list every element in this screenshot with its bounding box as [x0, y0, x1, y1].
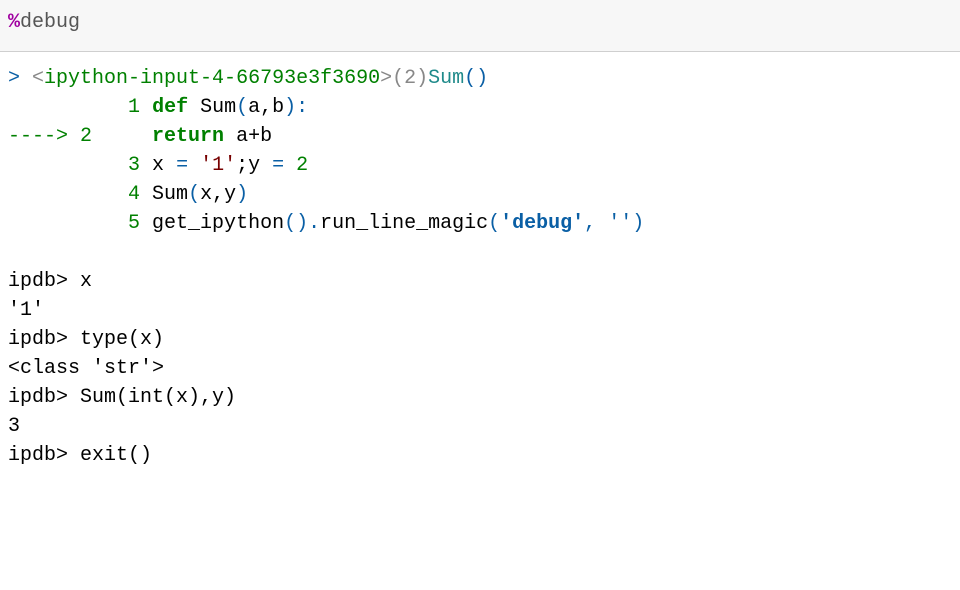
ipdb-cmd-sum: Sum(int(x),y): [80, 386, 236, 409]
sp: [140, 96, 152, 119]
ipdb-out-3: 3: [8, 415, 20, 438]
paren5b-close: ): [632, 212, 644, 235]
paren4-open: (: [188, 183, 200, 206]
ipdb-prompt-4: ipdb>: [8, 444, 80, 467]
pad: [8, 154, 128, 177]
str-debug: 'debug': [500, 212, 584, 235]
trace-arrow: >: [8, 67, 32, 90]
pad: [8, 96, 128, 119]
ipdb-prompt-2: ipdb>: [8, 328, 80, 351]
angle-close: >: [380, 67, 392, 90]
str-literal-1: '1': [188, 154, 236, 177]
pad: [8, 183, 128, 206]
y-assign: ;y: [236, 154, 272, 177]
lineno-4: 4: [128, 183, 140, 206]
func-name: Sum: [428, 67, 464, 90]
paren-close: ): [284, 96, 296, 119]
ipdb-cmd-exit: exit(): [80, 444, 152, 467]
paren5b-open: (: [488, 212, 500, 235]
str-empty: '': [608, 212, 632, 235]
lineno-3: 3: [128, 154, 140, 177]
indent2: [92, 125, 152, 148]
paren4-close: ): [236, 183, 248, 206]
module-name: ipython-input-4-66793e3f3690: [44, 67, 380, 90]
ipdb-out-2: <class 'str'>: [8, 357, 164, 380]
input-cell: %debug: [0, 0, 960, 52]
lineno-1: 1: [128, 96, 140, 119]
ipdb-cmd-x: x: [80, 270, 92, 293]
int-2: 2: [284, 154, 308, 177]
ipdb-prompt-1: ipdb>: [8, 270, 80, 293]
kw-return: return: [152, 125, 224, 148]
paren5a: (): [284, 212, 308, 235]
run-line-magic: run_line_magic: [320, 212, 488, 235]
ipdb-out-1: '1': [8, 299, 44, 322]
lineno-2: 2: [80, 125, 92, 148]
eq3b: =: [272, 154, 284, 177]
get-ipython: get_ipython: [140, 212, 284, 235]
eq3a: =: [176, 154, 188, 177]
kw-def: def: [152, 96, 188, 119]
expr-aplusb: a+b: [224, 125, 272, 148]
comma5: ,: [584, 212, 608, 235]
ipdb-cmd-type: type(x): [80, 328, 164, 351]
output-cell: > <ipython-input-4-66793e3f3690>(2)Sum()…: [0, 52, 960, 482]
lineno-5: 5: [128, 212, 140, 235]
magic-prefix: %: [8, 11, 20, 34]
func-parens: (): [464, 67, 488, 90]
dot5: .: [308, 212, 320, 235]
current-line-arrow: ---->: [8, 125, 80, 148]
pad: [8, 212, 128, 235]
colon: :: [296, 96, 308, 119]
ipdb-prompt-3: ipdb>: [8, 386, 80, 409]
x-assign: x: [140, 154, 176, 177]
fn-name: Sum: [188, 96, 236, 119]
magic-command: debug: [20, 11, 80, 34]
args4-xy: x,y: [200, 183, 236, 206]
call-sum: Sum: [140, 183, 188, 206]
angle-open: <: [32, 67, 44, 90]
line-ref: (2): [392, 67, 428, 90]
paren-open: (: [236, 96, 248, 119]
args-ab: a,b: [248, 96, 284, 119]
